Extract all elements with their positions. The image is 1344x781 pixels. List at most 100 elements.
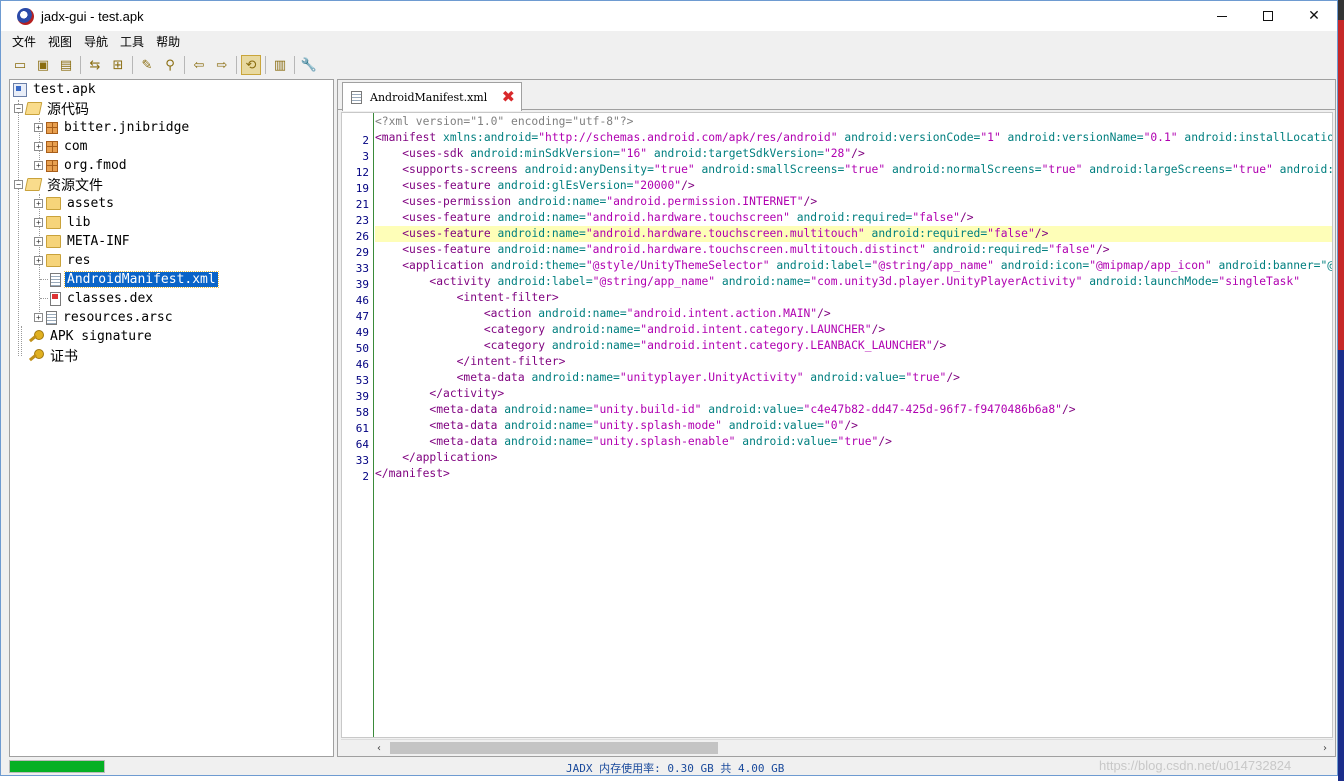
menu-view[interactable]: 视图	[42, 33, 78, 50]
decompile-all-button[interactable]: ✎	[137, 55, 157, 75]
export-button[interactable]: ▤	[56, 55, 76, 75]
code-token: android:name=	[531, 307, 627, 320]
xml-file-icon	[351, 90, 362, 104]
toolbar: ▭ ▣ ▤ ⇆ ⊞ ✎ ⚲ ⇦ ⇨ ⟲ ▥ 🔧	[1, 52, 1337, 78]
tree-certificate[interactable]: 证书	[28, 346, 80, 365]
sync-button[interactable]: ⇆	[85, 55, 105, 75]
menu-file[interactable]: 文件	[6, 33, 42, 50]
code-token: />	[1095, 243, 1110, 256]
collapse-toggle-icon[interactable]: −	[14, 180, 23, 189]
expand-toggle-icon[interactable]: +	[34, 256, 43, 265]
open-file-button[interactable]: ▭	[10, 55, 30, 75]
menu-tools[interactable]: 工具	[114, 33, 150, 50]
tree-package-org-fmod[interactable]: + org.fmod	[34, 156, 129, 175]
code-token: "singleTask"	[1218, 275, 1301, 288]
tab-androidmanifest[interactable]: AndroidManifest.xml ✖	[342, 82, 522, 111]
code-token: android:name=	[497, 419, 593, 432]
tree-resources[interactable]: − 资源文件	[14, 175, 105, 194]
minimize-button[interactable]	[1199, 1, 1245, 31]
code-token: />	[871, 323, 886, 336]
tree-folder-meta-inf[interactable]: + META-INF	[34, 232, 132, 251]
code-token: xmlns:android=	[436, 131, 539, 144]
code-view[interactable]: 2 3 12 19 21 23 26 29 33 39 46 47 49 50 46 53 39 58 61 64 33…	[341, 112, 1333, 738]
line-number: 26	[355, 230, 369, 243]
tree-folder-assets[interactable]: + assets	[34, 194, 116, 213]
menu-help[interactable]: 帮助	[150, 33, 186, 50]
scroll-left-icon[interactable]: ‹	[371, 740, 387, 756]
tree-file-resources-arsc[interactable]: + resources.arsc	[34, 308, 175, 327]
code-line: <category android:name="android.intent.c…	[375, 322, 1332, 338]
scroll-right-icon[interactable]: ›	[1317, 740, 1333, 756]
flatten-packages-button[interactable]: ⊞	[108, 55, 128, 75]
tab-label: AndroidManifest.xml	[370, 90, 488, 104]
toolbar-separator	[184, 56, 185, 74]
back-button[interactable]: ⇦	[189, 55, 209, 75]
tab-close-icon[interactable]: ✖	[502, 87, 515, 106]
menu-navigation[interactable]: 导航	[78, 33, 114, 50]
code-line: <meta-data android:name="unityplayer.Uni…	[375, 370, 1332, 386]
expand-toggle-icon[interactable]: +	[34, 161, 43, 170]
tree-folder-lib[interactable]: + lib	[34, 213, 92, 232]
folder-icon	[46, 197, 61, 210]
tree-folder-res[interactable]: + res	[34, 251, 92, 270]
code-token: android:name=	[511, 195, 607, 208]
code-token: android:targetSdkVersion=	[647, 147, 824, 160]
save-all-button[interactable]: ▣	[33, 55, 53, 75]
expand-toggle-icon[interactable]: +	[34, 142, 43, 151]
code-token: "@string/app_name"	[592, 275, 716, 288]
line-number: 19	[355, 182, 369, 195]
flatten-packages-icon: ⊞	[112, 57, 124, 73]
expand-toggle-icon[interactable]: +	[34, 313, 43, 322]
log-viewer-button[interactable]: ▥	[270, 55, 290, 75]
apk-icon	[13, 82, 27, 97]
tree-label: APK signature	[50, 329, 152, 344]
search-button[interactable]: ⚲	[160, 55, 180, 75]
horizontal-scrollbar[interactable]: ‹ ›	[341, 739, 1333, 755]
code-token: <meta-data	[456, 371, 525, 384]
code-token: android:name=	[490, 243, 586, 256]
title-bar: jadx-gui - test.apk ✕	[1, 1, 1337, 31]
settings-button[interactable]: 🔧	[299, 55, 319, 75]
tree-file-androidmanifest[interactable]: AndroidManifest.xml	[50, 270, 219, 289]
collapse-toggle-icon[interactable]: −	[14, 104, 23, 113]
line-number: 12	[355, 166, 369, 179]
expand-toggle-icon[interactable]: +	[34, 199, 43, 208]
code-line: <?xml version="1.0" encoding="utf-8"?>	[375, 114, 1332, 130]
line-number: 64	[355, 438, 369, 451]
code-token: android:name=	[524, 371, 620, 384]
tree-source-code[interactable]: − 源代码	[14, 99, 91, 118]
expand-toggle-icon[interactable]: +	[34, 218, 43, 227]
code-line: <uses-feature android:glEsVersion="20000…	[375, 178, 1332, 194]
memory-usage-bar	[9, 760, 105, 773]
forward-button[interactable]: ⇨	[212, 55, 232, 75]
expand-toggle-icon[interactable]: +	[34, 237, 43, 246]
maximize-button[interactable]	[1245, 1, 1291, 31]
tree-label: res	[67, 253, 91, 268]
tree-file-classes-dex[interactable]: classes.dex	[50, 289, 155, 308]
code-token: <uses-feature	[402, 211, 491, 224]
code-token: "true"	[844, 163, 886, 176]
tree-root-apk[interactable]: test.apk	[13, 80, 98, 99]
tree-apk-signature[interactable]: APK signature	[28, 327, 154, 346]
close-button[interactable]: ✕	[1291, 1, 1337, 31]
auto-sync-toggle[interactable]: ⟲	[241, 55, 261, 75]
code-token: android:value=	[721, 419, 824, 432]
tree-package-bitter-jnibridge[interactable]: + bitter.jnibridge	[34, 118, 191, 137]
code-token: android:required=	[925, 243, 1049, 256]
tree-package-com[interactable]: + com	[34, 137, 89, 156]
memory-usage-fill	[10, 761, 104, 772]
code-token: android:theme=	[483, 259, 586, 272]
minimize-icon	[1217, 15, 1227, 17]
save-all-icon: ▣	[36, 57, 50, 73]
code-token: android:name=	[490, 227, 586, 240]
line-number: 33	[355, 454, 369, 467]
code-line: <category android:name="android.intent.c…	[375, 338, 1332, 354]
code-token: />	[803, 195, 818, 208]
expand-toggle-icon[interactable]: +	[34, 123, 43, 132]
code-token: android:name=	[497, 403, 593, 416]
arsc-file-icon	[46, 310, 57, 325]
scrollbar-thumb[interactable]	[390, 742, 718, 754]
